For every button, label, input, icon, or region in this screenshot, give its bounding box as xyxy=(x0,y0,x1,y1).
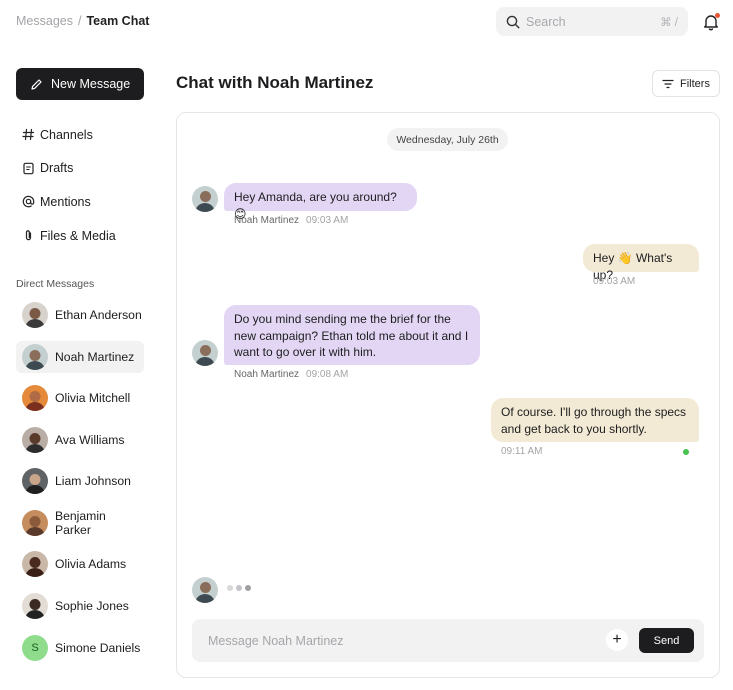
sidebar-item-drafts[interactable]: Drafts xyxy=(16,152,144,186)
filters-button[interactable]: Filters xyxy=(652,70,720,97)
hash-icon xyxy=(22,129,35,141)
avatar xyxy=(22,426,48,453)
avatar xyxy=(192,186,218,212)
new-message-button[interactable]: New Message xyxy=(16,68,144,100)
dm-name: Olivia Adams xyxy=(55,557,127,572)
sidebar-item-label: Mentions xyxy=(40,194,91,209)
sidebar-item-mentions[interactable]: Mentions xyxy=(16,185,144,219)
add-attachment-button[interactable]: + xyxy=(606,629,628,651)
message-sender: Noah Martinez xyxy=(234,215,300,226)
breadcrumb-separator: / xyxy=(77,14,82,28)
breadcrumb-current: Team Chat xyxy=(86,14,150,28)
dm-ava-williams[interactable]: Ava Williams xyxy=(16,419,144,461)
direct-messages-list: Ethan Anderson Noah Martinez Olivia Mitc… xyxy=(16,294,144,668)
avatar xyxy=(22,343,48,370)
notifications-button[interactable] xyxy=(701,12,721,32)
message-time: 09:11 AM xyxy=(501,446,543,457)
dm-liam-johnson[interactable]: Liam Johnson xyxy=(16,460,144,502)
message-meta: Noah Martinez 09:08 AM xyxy=(234,369,348,380)
chat-title: Chat with Noah Martinez xyxy=(176,73,374,92)
message-meta: Noah Martinez 09:03 AM xyxy=(234,215,348,226)
dm-name: Liam Johnson xyxy=(55,474,131,489)
message-time: 09:03 AM xyxy=(306,215,349,226)
date-divider: Wednesday, July 26th xyxy=(387,128,508,151)
paperclip-icon xyxy=(25,230,32,241)
dm-name: Ethan Anderson xyxy=(55,307,142,322)
dm-name: Ava Williams xyxy=(55,432,125,447)
breadcrumb: Messages / Team Chat xyxy=(16,14,149,28)
message-time: 09:08 AM xyxy=(306,369,349,380)
unread-dot xyxy=(715,13,720,18)
dm-name: Benjamin Parker xyxy=(55,508,106,537)
dm-olivia-mitchell[interactable]: Olivia Mitchell xyxy=(16,377,144,419)
sidebar-item-label: Drafts xyxy=(40,161,74,176)
search-input[interactable] xyxy=(526,14,636,29)
filters-label: Filters xyxy=(680,77,710,90)
message-bubble: Hey Amanda, are you around? 😊 xyxy=(224,183,417,221)
at-icon xyxy=(22,196,35,208)
avatar xyxy=(192,577,218,603)
search-bar[interactable]: ⌘ / xyxy=(496,7,688,36)
message-sender: Noah Martinez xyxy=(234,369,300,380)
direct-messages-heading: Direct Messages xyxy=(16,278,95,290)
breadcrumb-parent[interactable]: Messages xyxy=(16,14,73,28)
dm-sophie-jones[interactable]: Sophie Jones xyxy=(16,585,144,627)
dm-noah-martinez[interactable]: Noah Martinez xyxy=(16,340,144,373)
message-bubble: Of course. I'll go through the specs and… xyxy=(491,398,699,442)
message-meta: 09:11 AM xyxy=(501,446,543,457)
read-indicator xyxy=(683,449,689,455)
dm-name: Noah Martinez xyxy=(55,349,135,364)
send-button[interactable]: Send xyxy=(639,628,694,653)
message-bubble: Do you mind sending me the brief for the… xyxy=(224,305,480,365)
search-shortcut: ⌘ / xyxy=(660,16,678,29)
message-meta: 09:03 AM xyxy=(593,276,635,287)
dm-simone-daniels[interactable]: S Simone Daniels xyxy=(16,627,144,669)
avatar xyxy=(22,468,48,495)
dm-olivia-adams[interactable]: Olivia Adams xyxy=(16,544,144,586)
sidebar-item-channels[interactable]: Channels xyxy=(16,118,144,152)
new-message-label: New Message xyxy=(51,77,131,91)
typing-indicator xyxy=(227,585,251,591)
dm-ethan-anderson[interactable]: Ethan Anderson xyxy=(16,294,144,336)
sidebar-item-label: Files & Media xyxy=(40,228,116,243)
avatar xyxy=(22,384,48,411)
sidebar-nav: Channels Drafts Mentions Files & Media xyxy=(16,118,144,252)
avatar xyxy=(192,340,218,366)
filter-icon xyxy=(662,79,674,88)
message-time: 09:03 AM xyxy=(593,276,636,287)
avatar xyxy=(22,301,48,328)
sidebar-item-label: Channels xyxy=(40,127,93,142)
avatar xyxy=(22,551,48,578)
dm-benjamin-parker[interactable]: Benjamin Parker xyxy=(16,502,144,544)
file-icon xyxy=(23,162,34,175)
avatar xyxy=(22,509,48,536)
message-bubble: Hey 👋 What's up? xyxy=(583,244,699,282)
avatar: S xyxy=(22,634,48,661)
dm-name: Sophie Jones xyxy=(55,598,129,613)
pencil-icon xyxy=(31,78,42,90)
message-input[interactable] xyxy=(208,633,588,648)
dm-name: Simone Daniels xyxy=(55,640,141,655)
sidebar-item-files-media[interactable]: Files & Media xyxy=(16,219,144,253)
search-icon xyxy=(506,15,520,29)
avatar xyxy=(22,592,48,619)
avatar-initial: S xyxy=(31,641,39,654)
dm-name: Olivia Mitchell xyxy=(55,390,131,405)
